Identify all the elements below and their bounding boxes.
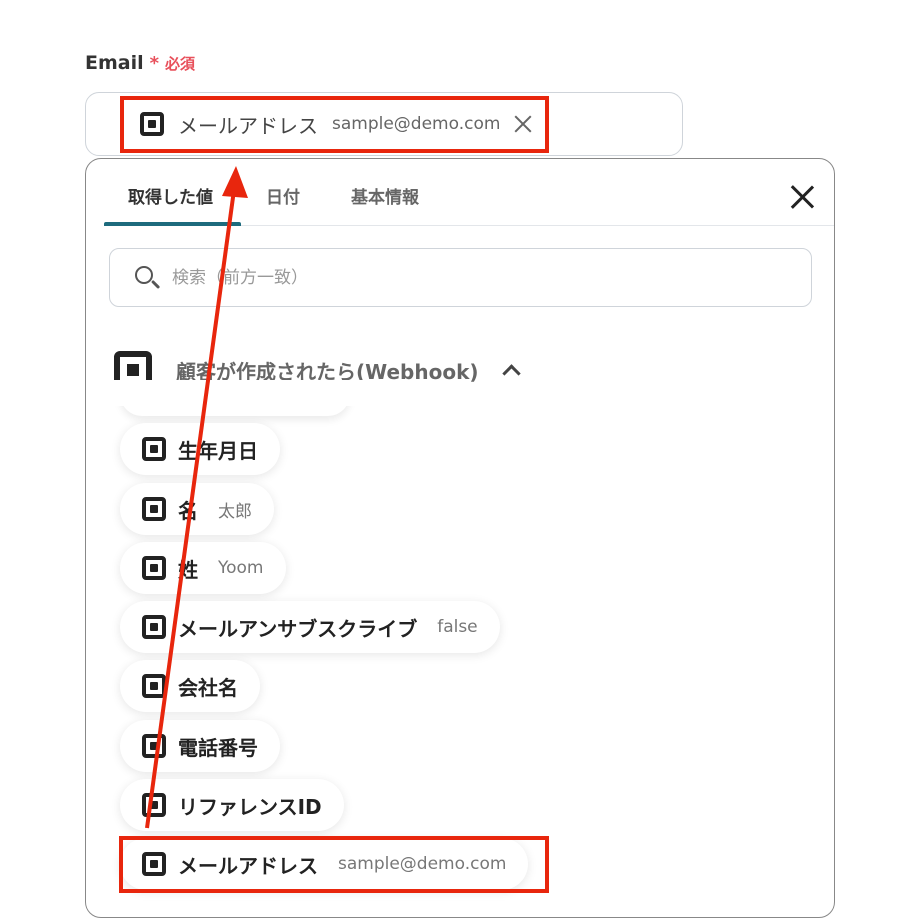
list-item-last-name[interactable]: 姓 Yoom [120, 542, 286, 594]
selected-value-chip[interactable]: メールアドレス sample@demo.com [122, 98, 552, 150]
item-name: 会社名 [178, 675, 238, 700]
selected-chip-value: sample@demo.com [332, 114, 501, 134]
item-name: 電話番号 [178, 735, 258, 760]
tab-bar: 取得した値 日付 基本情報 [104, 159, 834, 226]
square-app-icon [142, 674, 166, 698]
tab-retrieved-values[interactable]: 取得した値 [128, 183, 213, 208]
selected-chip-name: メールアドレス [178, 113, 318, 138]
item-value: 太郎 [218, 501, 252, 522]
square-app-icon [142, 615, 166, 639]
item-value: sample@demo.com [338, 854, 507, 874]
active-tab-indicator [104, 222, 241, 226]
chevron-up-icon[interactable] [501, 363, 521, 383]
square-app-icon [142, 497, 166, 521]
item-name: メールアンサブスクライブ [178, 616, 418, 641]
required-star: * [149, 53, 160, 74]
square-app-icon [142, 437, 166, 461]
tab-date[interactable]: 日付 [266, 183, 300, 208]
list-item-first-name[interactable]: 名 太郎 [120, 483, 274, 535]
list-item-email[interactable]: メールアドレス sample@demo.com [120, 838, 529, 890]
email-field-label: Email * 必須 [85, 52, 195, 74]
list-item-company-name[interactable]: 会社名 [120, 660, 260, 712]
item-value: Yoom [218, 558, 264, 578]
search-icon [134, 265, 161, 291]
remove-chip-icon[interactable] [512, 113, 534, 135]
search-box[interactable] [109, 248, 812, 307]
list-item-email-unsubscribe[interactable]: メールアンサブスクライブ false [120, 601, 500, 653]
square-app-icon [142, 556, 166, 580]
tab-basic-info[interactable]: 基本情報 [351, 183, 419, 208]
search-input[interactable] [170, 266, 774, 289]
field-label-text: Email [85, 52, 144, 74]
item-name: リファレンスID [178, 794, 322, 819]
close-icon[interactable] [790, 185, 814, 209]
square-app-icon [140, 112, 164, 136]
required-text: 必須 [165, 55, 196, 73]
list-item-reference-id[interactable]: リファレンスID [120, 779, 344, 831]
item-name: 名 [178, 498, 198, 523]
item-name: メールアドレス [178, 853, 318, 878]
item-name: 生年月日 [178, 438, 258, 463]
list-item-phone[interactable]: 電話番号 [120, 720, 280, 772]
item-value: false [437, 617, 478, 637]
square-app-icon [142, 852, 166, 876]
square-app-icon [142, 793, 166, 817]
item-name: 姓 [178, 557, 198, 582]
list-item-birthdate[interactable]: 生年月日 [120, 423, 280, 475]
square-app-icon [142, 734, 166, 758]
